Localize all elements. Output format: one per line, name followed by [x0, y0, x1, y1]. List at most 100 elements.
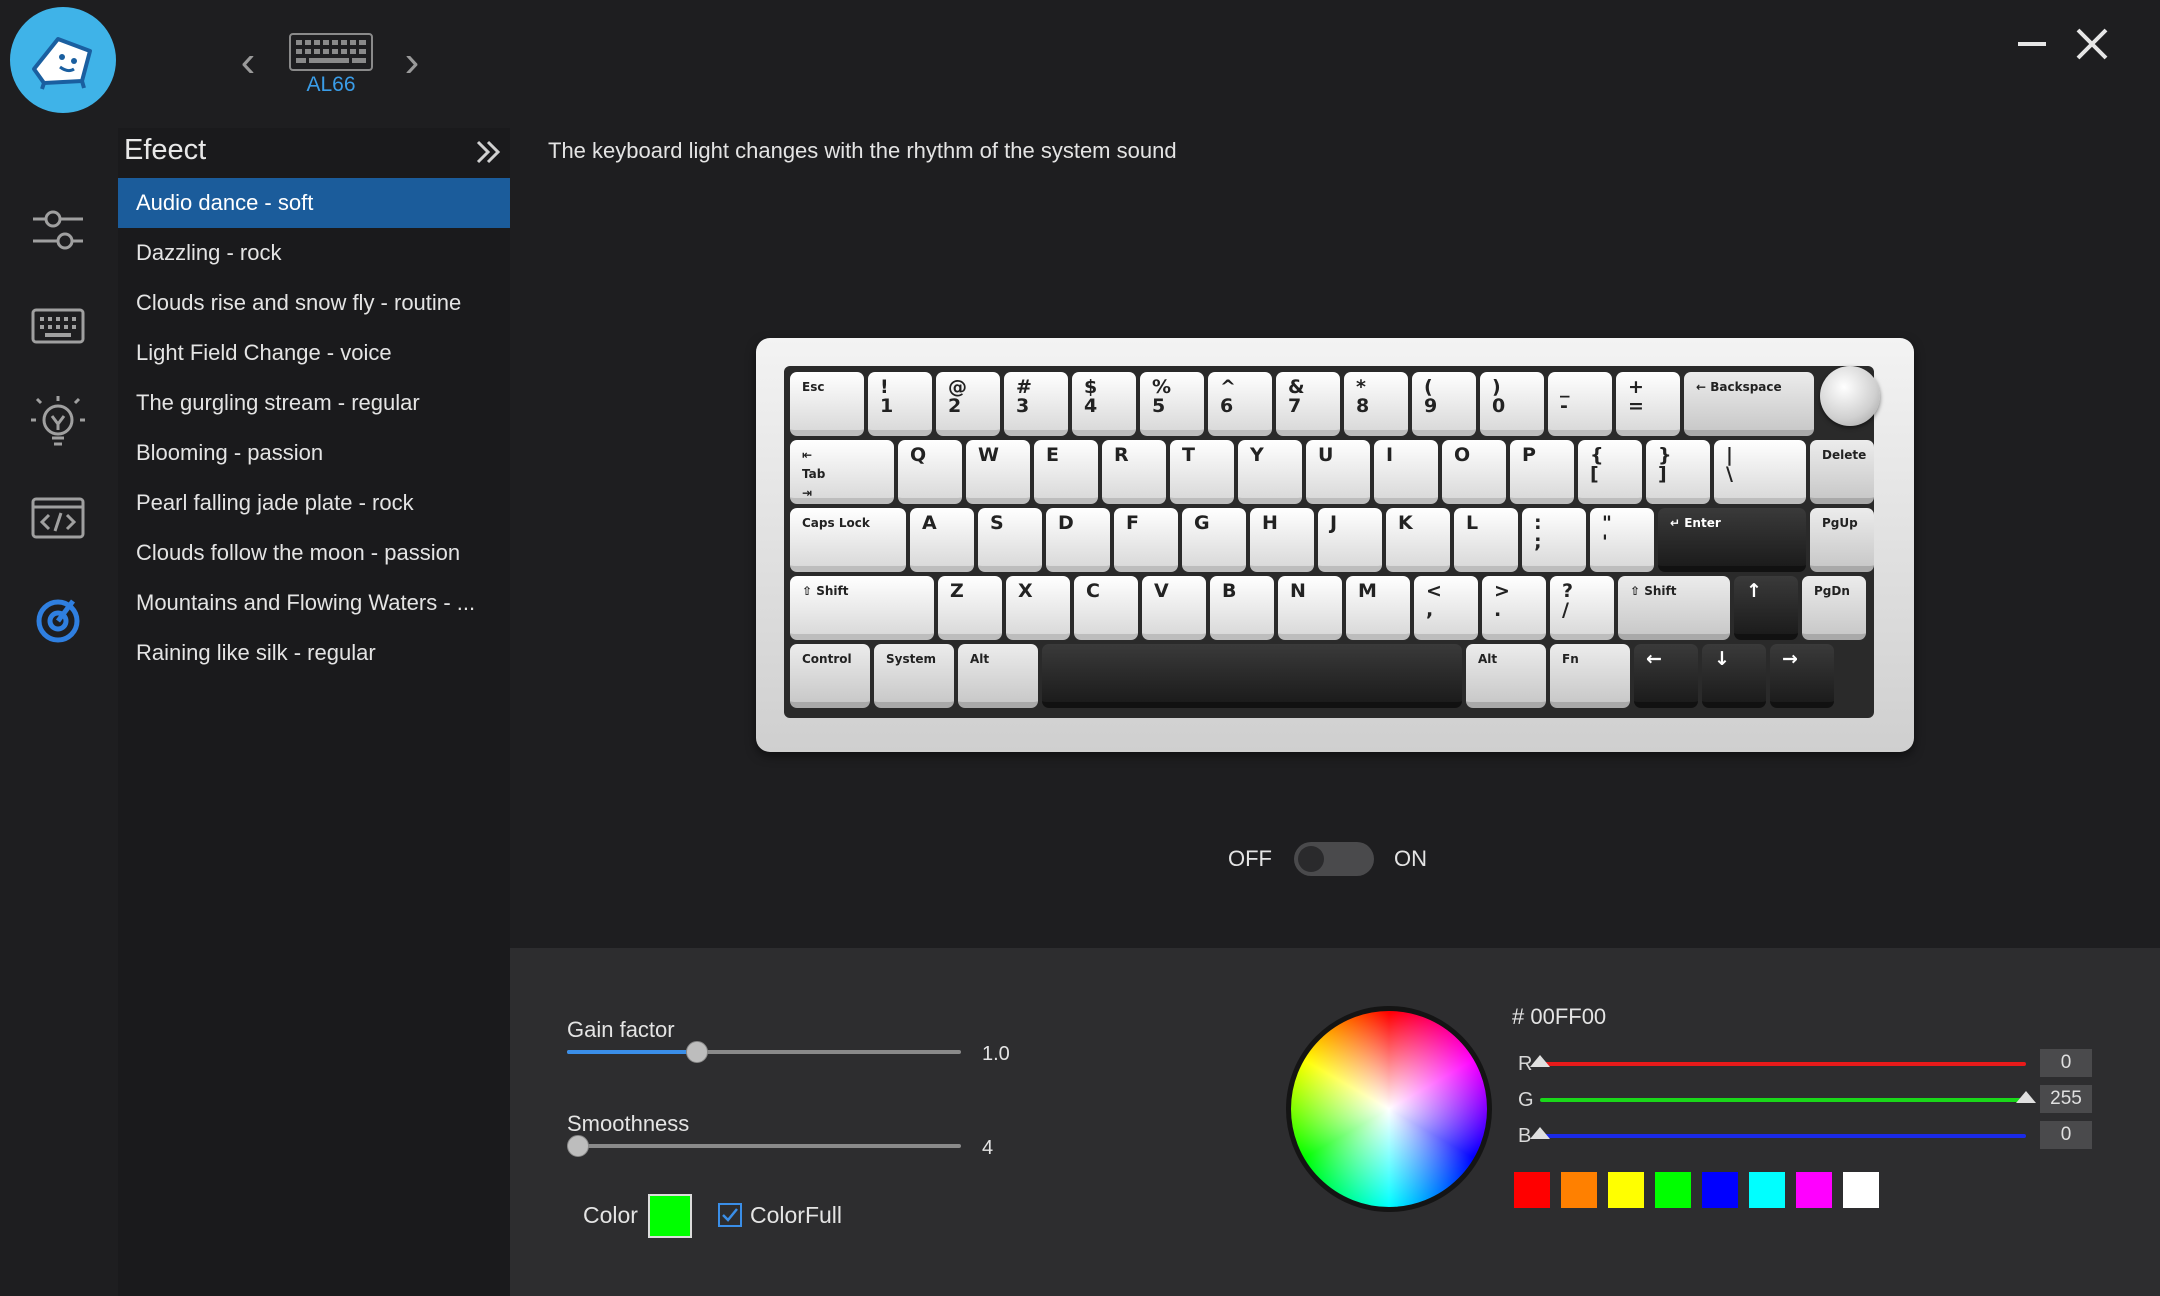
double-chevron-right-icon: [476, 140, 501, 164]
blue-slider[interactable]: [1530, 1127, 2026, 1139]
keycap: H: [1250, 508, 1314, 572]
keyboard-row: ⇤ Tab ⇥ Q W E R T Y U I O P{ [} ] | \ Delete: [790, 440, 1874, 504]
keycap: X: [1006, 576, 1070, 640]
preset-color-swatch[interactable]: [1561, 1172, 1597, 1208]
rail-macro-button[interactable]: [28, 488, 88, 548]
keycap: G: [1182, 508, 1246, 572]
keycap: ⇤ Tab ⇥: [790, 440, 894, 504]
keycap: ↓: [1702, 644, 1766, 708]
effect-item[interactable]: Pearl falling jade plate - rock: [118, 478, 510, 528]
red-slider-thumb[interactable]: [1530, 1055, 1550, 1067]
keycap: →: [1770, 644, 1834, 708]
green-label: G: [1518, 1089, 1534, 1111]
keycap: A: [910, 508, 974, 572]
keycap: W: [966, 440, 1030, 504]
keycap: * 8: [1344, 372, 1408, 436]
collapse-panel-button[interactable]: [470, 136, 506, 168]
keycap: : ;: [1522, 508, 1586, 572]
lighting-toggle[interactable]: [1294, 842, 1374, 876]
keycap: [1042, 644, 1462, 708]
effect-item[interactable]: The gurgling stream - regular: [118, 378, 510, 428]
effect-item[interactable]: Clouds follow the moon - passion: [118, 528, 510, 578]
preset-color-swatch[interactable]: [1749, 1172, 1785, 1208]
effect-item[interactable]: Raining like silk - regular: [118, 628, 510, 678]
green-slider-thumb[interactable]: [2016, 1091, 2036, 1103]
keycap: J: [1318, 508, 1382, 572]
app-logo-icon: [10, 7, 116, 113]
audio-effect-icon: [36, 599, 80, 643]
keycap: ) 0: [1480, 372, 1544, 436]
keycap: Delete: [1810, 440, 1874, 504]
previous-device-button[interactable]: ‹: [228, 38, 268, 86]
keycap: K: [1386, 508, 1450, 572]
keycap: B: [1210, 576, 1274, 640]
preset-color-swatch[interactable]: [1608, 1172, 1644, 1208]
keycap: R: [1102, 440, 1166, 504]
gain-factor-slider[interactable]: [567, 1041, 961, 1063]
keycap: Esc: [790, 372, 864, 436]
smoothness-label: Smoothness: [567, 1111, 690, 1136]
gain-factor-value: 1.0: [982, 1043, 1010, 1065]
keycap: M: [1346, 576, 1410, 640]
blue-value-input[interactable]: 0: [2040, 1121, 2092, 1149]
green-value-input[interactable]: 255: [2040, 1085, 2092, 1113]
current-color-swatch[interactable]: [648, 1194, 692, 1238]
keycap: ↵ Enter: [1658, 508, 1806, 572]
rail-settings-button[interactable]: [28, 200, 88, 260]
effect-item[interactable]: Light Field Change - voice: [118, 328, 510, 378]
keycap: L: [1454, 508, 1518, 572]
smoothness-thumb[interactable]: [567, 1135, 589, 1157]
keycap: P: [1510, 440, 1574, 504]
gain-factor-thumb[interactable]: [686, 1041, 709, 1063]
keycap: PgDn: [1802, 576, 1866, 640]
smoothness-slider[interactable]: [567, 1135, 961, 1157]
gain-factor-label: Gain factor: [567, 1017, 675, 1042]
keycap: N: [1278, 576, 1342, 640]
keyboard-thumbnail-icon: [288, 32, 374, 72]
effect-item[interactable]: Dazzling - rock: [118, 228, 510, 278]
close-window-button[interactable]: [2070, 22, 2114, 66]
rail-lighting-button[interactable]: [28, 392, 88, 452]
hex-color-value: # 00FF00: [1512, 1004, 1607, 1029]
device-name[interactable]: AL66: [290, 73, 372, 97]
colorfull-checkbox[interactable]: [718, 1203, 742, 1227]
toggle-knob: [1298, 846, 1324, 872]
preset-color-swatch[interactable]: [1796, 1172, 1832, 1208]
volume-knob: [1820, 366, 1880, 426]
keycap: Control: [790, 644, 870, 708]
red-slider[interactable]: [1530, 1055, 2026, 1067]
keyboard-row: Esc! 1 @ 2 # 3 $ 4% 5 ^ 6 & 7 * 8( 9) 0 _ - + = ←…: [790, 372, 1814, 436]
blue-slider-thumb[interactable]: [1530, 1127, 1550, 1139]
green-slider[interactable]: [1540, 1091, 2036, 1103]
next-device-button[interactable]: ›: [392, 38, 432, 86]
effect-item[interactable]: Clouds rise and snow fly - routine: [118, 278, 510, 328]
rail-audio-effect-button[interactable]: [28, 590, 88, 650]
keycap: < ,: [1414, 576, 1478, 640]
keycap: _ -: [1548, 372, 1612, 436]
keyboard-preview: Esc! 1 @ 2 # 3 $ 4% 5 ^ 6 & 7 * 8( 9) 0 _ - + = ←…: [756, 338, 1914, 752]
preset-color-swatch[interactable]: [1655, 1172, 1691, 1208]
rail-keymap-button[interactable]: [28, 296, 88, 356]
red-value-input[interactable]: 0: [2040, 1049, 2092, 1077]
minimize-window-button[interactable]: [2012, 24, 2052, 64]
keycap: ( 9: [1412, 372, 1476, 436]
keycap: ! 1: [868, 372, 932, 436]
keycap: T: [1170, 440, 1234, 504]
minimize-icon: [2018, 42, 2046, 46]
color-wheel[interactable]: [1286, 1006, 1492, 1212]
keycap: ← Backspace: [1684, 372, 1814, 436]
preset-color-swatch[interactable]: [1843, 1172, 1879, 1208]
keycap: Alt: [958, 644, 1038, 708]
keycap: ^ 6: [1208, 372, 1272, 436]
keycap: # 3: [1004, 372, 1068, 436]
preset-color-swatch[interactable]: [1702, 1172, 1738, 1208]
keycap: V: [1142, 576, 1206, 640]
effect-item[interactable]: Blooming - passion: [118, 428, 510, 478]
lightbulb-icon: [31, 396, 85, 446]
keyboard-row: Control System Alt Alt Fn ← ↓ →: [790, 644, 1834, 708]
keyboard-row: Caps Lock A S D F G H J K L: ; " ' ↵ Enter PgUp: [790, 508, 1874, 572]
preset-color-swatch[interactable]: [1514, 1172, 1550, 1208]
effect-item[interactable]: Audio dance - soft: [118, 178, 510, 228]
keycap: Q: [898, 440, 962, 504]
effect-item[interactable]: Mountains and Flowing Waters - ...: [118, 578, 510, 628]
